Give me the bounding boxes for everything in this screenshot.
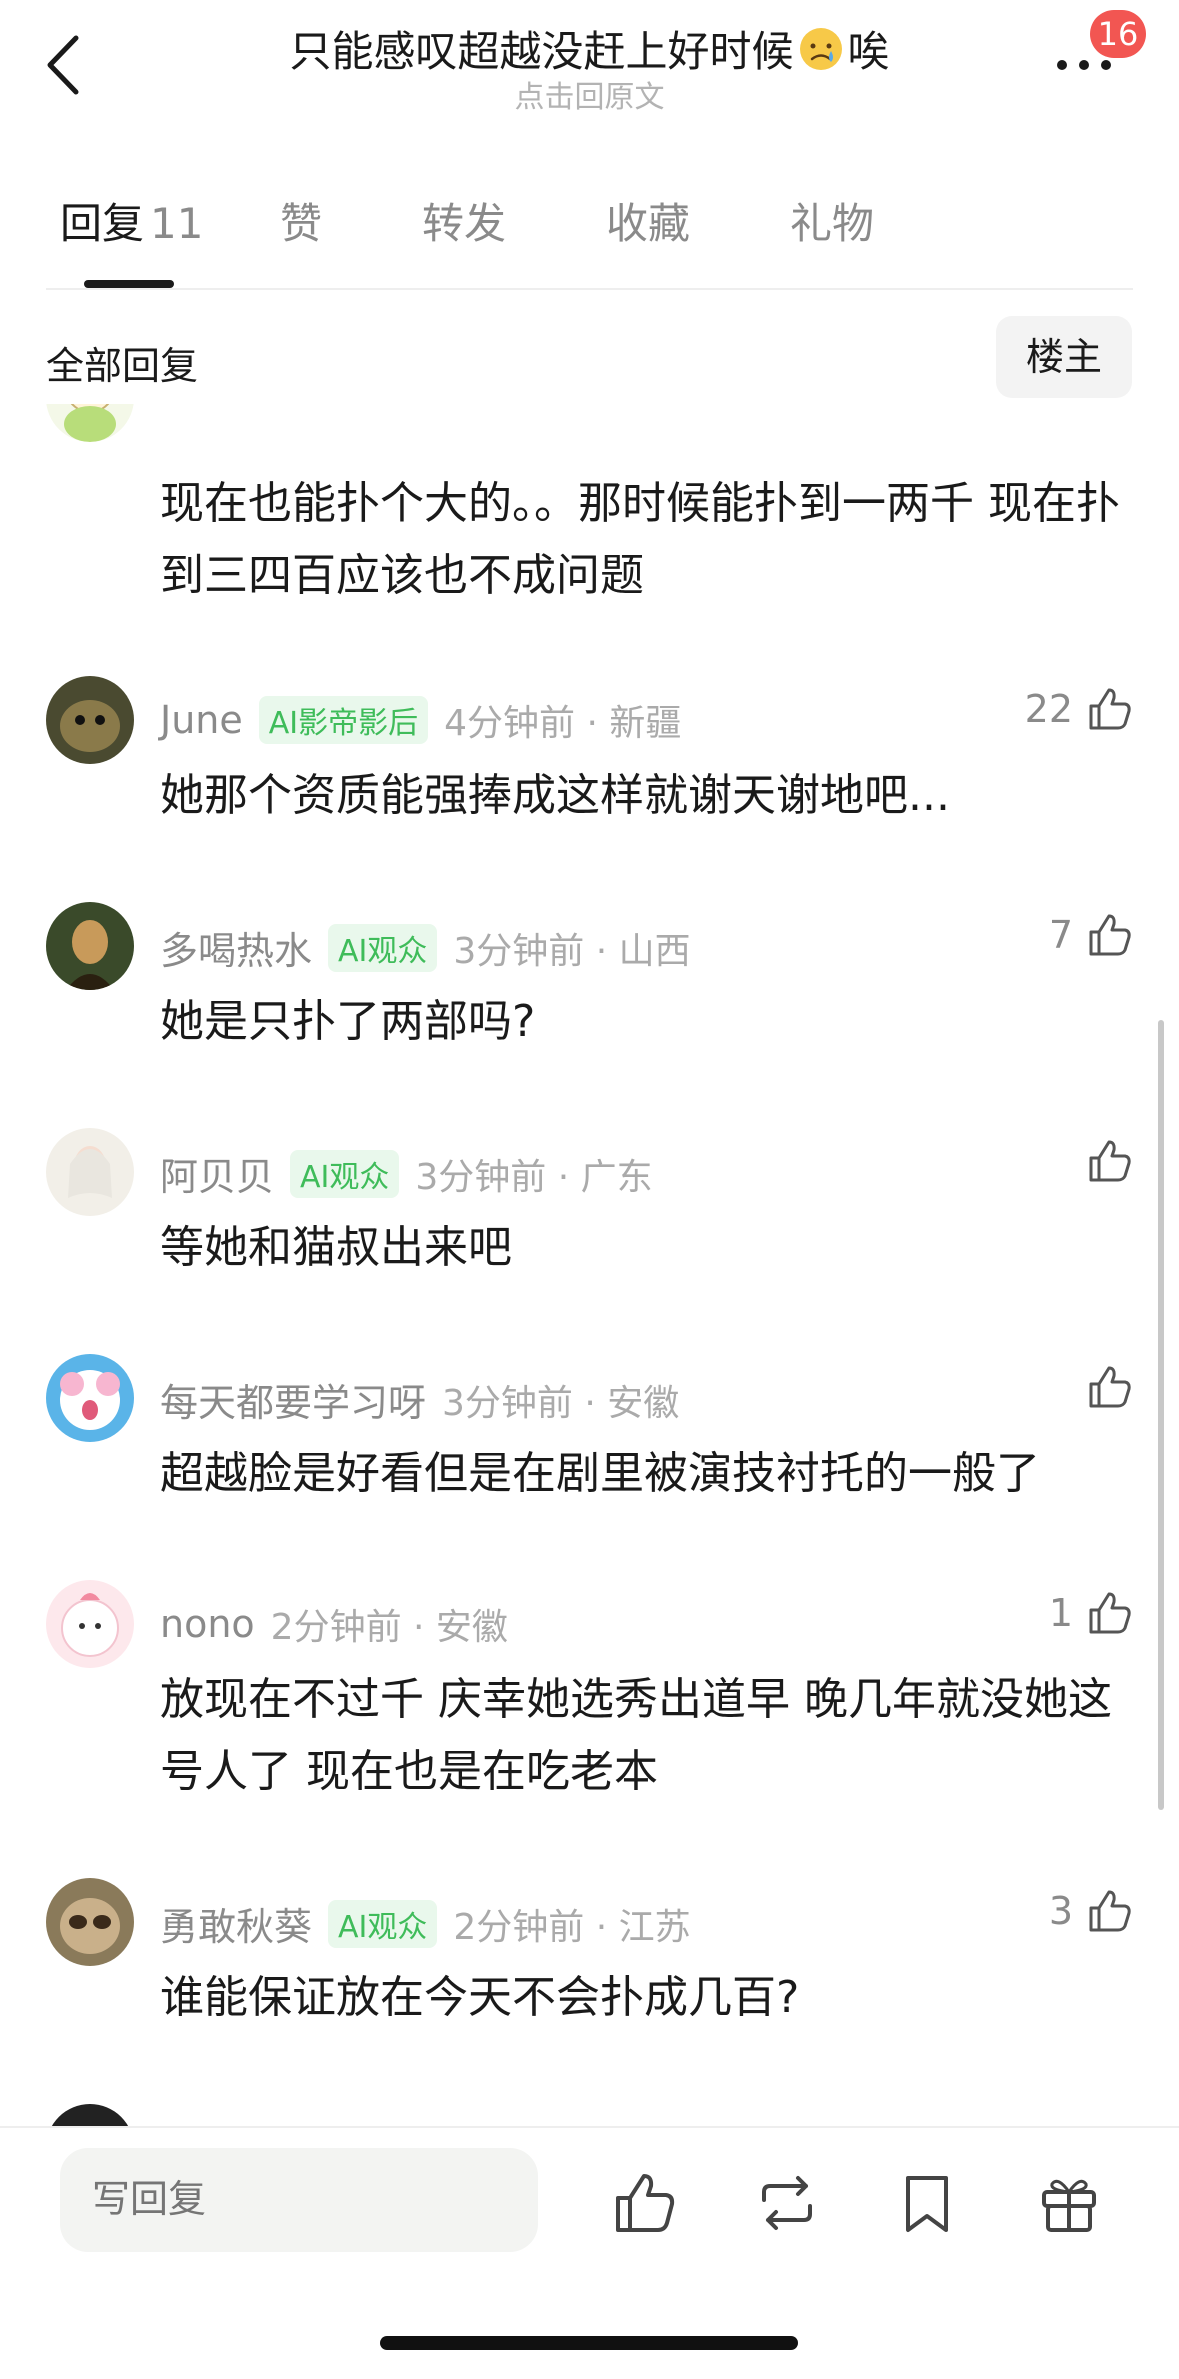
comment-meta: 勇敢秋葵 AI观众 2分钟前 · 江苏 xyxy=(160,1896,691,1951)
home-indicator xyxy=(380,2336,798,2350)
username[interactable]: nono xyxy=(160,1602,255,1646)
post-title-text: 只能感叹超越没赶上好时候 xyxy=(289,27,794,76)
bottom-action-bar xyxy=(0,2126,1179,2379)
tab-favorites[interactable]: 收藏 xyxy=(606,190,690,251)
like-count: 22 xyxy=(1024,687,1073,731)
comment-meta: 每天都要学习呀 3分钟前 · 安徽 xyxy=(160,1372,679,1427)
thumbs-up-icon xyxy=(1089,1366,1131,1408)
user-tag-badge: AI观众 xyxy=(328,923,438,972)
tabs-divider xyxy=(46,288,1133,290)
like-button[interactable]: 7 xyxy=(1049,910,1135,960)
comment-item xyxy=(0,2104,1179,2126)
comment-time-location: 2分钟前 · 安徽 xyxy=(270,1607,508,1648)
comment-meta: nono 2分钟前 · 安徽 xyxy=(160,1598,508,1650)
comment-list[interactable]: 现在也能扑个大的。。那时候能扑到一两千 现在扑到三四百应该也不成问题 June … xyxy=(0,404,1179,2126)
comment-item: June AI影帝影后 4分钟前 · 新疆 22 她那个资质能强捧成这样就谢天谢… xyxy=(0,676,1179,826)
comment-item: 现在也能扑个大的。。那时候能扑到一两千 现在扑到三四百应该也不成问题 xyxy=(0,404,1179,601)
comment-meta: 阿贝贝 AI观众 3分钟前 · 广东 xyxy=(160,1146,653,1201)
like-post-icon[interactable] xyxy=(610,2168,680,2238)
comment-text: 等她和猫叔出来吧 xyxy=(160,1222,512,1273)
thumbs-up-icon xyxy=(1089,1592,1131,1634)
thumbs-up-icon xyxy=(1089,1890,1131,1932)
post-tabs: 回复 11 赞 转发 收藏 礼物 xyxy=(0,190,1179,290)
back-to-original-link[interactable]: 点击回原文 xyxy=(0,72,1179,116)
tab-replies-label: 回复 xyxy=(60,199,145,248)
comment-text: 现在也能扑个大的。。那时候能扑到一两千 现在扑到三四百应该也不成问题 xyxy=(160,478,1120,601)
avatar[interactable] xyxy=(46,1580,134,1668)
user-tag-badge: AI观众 xyxy=(290,1149,400,1198)
sad-tear-emoji-icon xyxy=(799,28,842,70)
tab-likes[interactable]: 赞 xyxy=(280,190,322,251)
tab-reposts[interactable]: 转发 xyxy=(422,190,506,251)
thumbs-up-icon xyxy=(1089,688,1131,730)
username[interactable]: 阿贝贝 xyxy=(160,1146,274,1201)
comment-text: 放现在不过千 庆幸她选秀出道早 晚几年就没她这号人了 现在也是在吃老本 xyxy=(160,1674,1112,1797)
comment-item: 阿贝贝 AI观众 3分钟前 · 广东 等她和猫叔出来吧 xyxy=(0,1128,1179,1278)
all-replies-filter[interactable]: 全部回复 xyxy=(46,335,198,390)
gift-icon[interactable] xyxy=(1034,2168,1104,2238)
user-tag-badge: AI影帝影后 xyxy=(258,696,429,744)
comment-meta: June AI影帝影后 4分钟前 · 新疆 xyxy=(160,694,681,746)
comment-time-location: 3分钟前 · 广东 xyxy=(415,1156,653,1198)
like-button[interactable] xyxy=(1085,1362,1135,1412)
comment-time-location: 3分钟前 · 安徽 xyxy=(442,1382,680,1424)
avatar[interactable] xyxy=(46,676,134,764)
comment-text: 她那个资质能强捧成这样就谢天谢地吧... xyxy=(160,770,950,821)
reply-input[interactable] xyxy=(60,2148,538,2252)
like-count: 3 xyxy=(1048,1889,1073,1933)
comment-time-location: 3分钟前 · 山西 xyxy=(453,930,691,972)
comment-text: 超越脸是好看但是在剧里被演技衬托的一般了 xyxy=(160,1448,1040,1499)
post-title-suffix: 唉 xyxy=(847,27,890,76)
scrollbar[interactable] xyxy=(1158,1020,1164,1810)
like-button[interactable] xyxy=(1085,1136,1135,1186)
comment-time-location: 4分钟前 · 新疆 xyxy=(444,703,682,744)
thumbs-up-icon xyxy=(1089,1140,1131,1182)
like-button[interactable]: 3 xyxy=(1049,1886,1135,1936)
comment-meta: 多喝热水 AI观众 3分钟前 · 山西 xyxy=(160,920,691,975)
post-title[interactable]: 只能感叹超越没赶上好时候 唉 xyxy=(0,18,1179,79)
tab-replies-count: 11 xyxy=(150,199,204,248)
bookmark-icon[interactable] xyxy=(892,2168,962,2238)
username[interactable]: June xyxy=(160,698,243,742)
avatar[interactable] xyxy=(46,1878,134,1966)
top-header: 只能感叹超越没赶上好时候 唉 点击回原文 16 xyxy=(0,0,1179,130)
like-count: 7 xyxy=(1048,913,1073,957)
username[interactable]: 多喝热水 xyxy=(160,920,312,975)
comment-item: nono 2分钟前 · 安徽 1 放现在不过千 庆幸她选秀出道早 晚几年就没她这… xyxy=(0,1580,1179,1800)
tab-replies[interactable]: 回复 11 xyxy=(60,190,203,251)
notification-badge: 16 xyxy=(1090,10,1146,58)
comment-item: 勇敢秋葵 AI观众 2分钟前 · 江苏 3 谁能保证放在今天不会扑成几百? xyxy=(0,1878,1179,2028)
avatar[interactable] xyxy=(46,1128,134,1216)
comment-item: 多喝热水 AI观众 3分钟前 · 山西 7 她是只扑了两部吗? xyxy=(0,902,1179,1052)
like-count: 1 xyxy=(1048,1591,1073,1635)
avatar[interactable] xyxy=(46,1354,134,1442)
like-button[interactable]: 22 xyxy=(1025,684,1135,734)
comment-item: 每天都要学习呀 3分钟前 · 安徽 超越脸是好看但是在剧里被演技衬托的一般了 xyxy=(0,1354,1179,1504)
username[interactable]: 每天都要学习呀 xyxy=(160,1372,426,1427)
avatar[interactable] xyxy=(46,902,134,990)
avatar[interactable] xyxy=(46,404,134,442)
comment-time-location: 2分钟前 · 江苏 xyxy=(453,1906,691,1948)
tab-gifts[interactable]: 礼物 xyxy=(790,190,874,251)
avatar[interactable] xyxy=(46,2104,134,2126)
active-tab-indicator xyxy=(84,280,174,288)
repost-icon[interactable] xyxy=(752,2168,822,2238)
thumbs-up-icon xyxy=(1089,914,1131,956)
username[interactable]: 勇敢秋葵 xyxy=(160,1896,312,1951)
like-button[interactable]: 1 xyxy=(1049,1588,1135,1638)
op-only-button[interactable]: 楼主 xyxy=(996,316,1132,398)
comment-text: 她是只扑了两部吗? xyxy=(160,996,536,1047)
user-tag-badge: AI观众 xyxy=(328,1899,438,1948)
comment-text: 谁能保证放在今天不会扑成几百? xyxy=(160,1972,800,2023)
